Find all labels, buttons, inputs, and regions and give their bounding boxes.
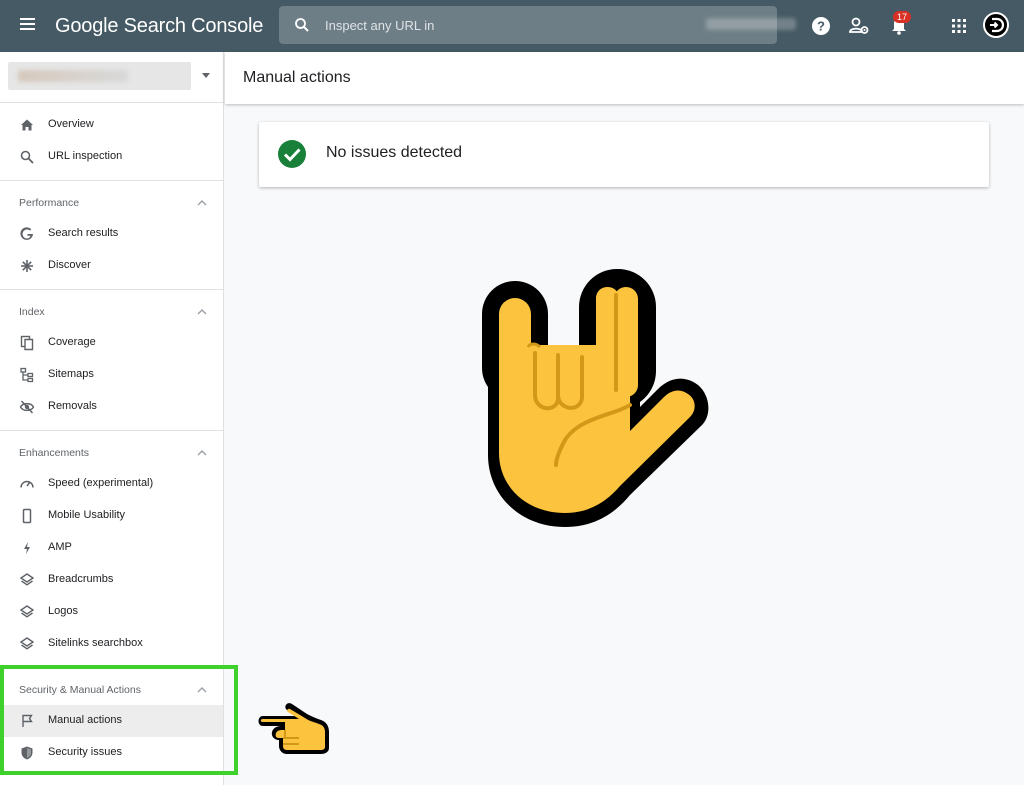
hamburger-menu-icon[interactable]: [18, 16, 38, 36]
sidebar-item-sitemaps[interactable]: Sitemaps: [0, 359, 223, 391]
section-title: Enhancements: [19, 447, 90, 459]
status-card: No issues detected: [259, 122, 989, 187]
sidebar-item-label: AMP: [48, 541, 72, 553]
url-inspection-input[interactable]: [325, 6, 765, 44]
sidebar-item-url-inspection[interactable]: URL inspection: [0, 141, 223, 173]
search-icon: [20, 150, 34, 164]
account-avatar[interactable]: [983, 12, 1009, 38]
sidebar-item-breadcrumbs[interactable]: Breadcrumbs: [0, 564, 223, 596]
sidebar-item-label: URL inspection: [48, 150, 123, 162]
highlight-annotation-box: [0, 665, 238, 775]
blurred-property-name: [18, 70, 128, 82]
top-app-bar: Google Search Console ? 17: [0, 0, 1024, 52]
sidebar-item-label: Discover: [48, 259, 91, 271]
love-you-gesture-emoji-icon: [482, 269, 709, 527]
section-header-enhancements[interactable]: Enhancements: [0, 439, 223, 467]
sidebar-item-label: Sitemaps: [48, 368, 94, 380]
sidebar-item-label: Overview: [48, 118, 94, 130]
sidebar-item-label: Logos: [48, 605, 78, 617]
sidebar-item-label: Mobile Usability: [48, 509, 126, 521]
sidebar-item-overview[interactable]: Overview: [0, 109, 223, 141]
app-title[interactable]: Google Search Console: [55, 15, 263, 38]
divider: [0, 180, 224, 181]
sidebar-item-amp[interactable]: AMP: [0, 532, 223, 564]
section-header-performance[interactable]: Performance: [0, 189, 223, 217]
chevron-up-icon: [197, 309, 207, 315]
eye-off-icon: [19, 400, 35, 414]
sidebar-item-search-results[interactable]: Search results: [0, 218, 223, 250]
speedometer-icon: [20, 480, 34, 488]
status-message: No issues detected: [326, 144, 463, 161]
sidebar-item-speed[interactable]: Speed (experimental): [0, 468, 223, 500]
url-inspection-search-box[interactable]: [279, 6, 796, 44]
chevron-down-icon[interactable]: [202, 73, 210, 78]
sidebar-item-label: Coverage: [48, 336, 96, 348]
search-icon: [295, 18, 309, 32]
copy-pages-icon: [20, 335, 34, 351]
sitemap-icon: [20, 367, 34, 383]
chevron-up-icon: [197, 200, 207, 206]
asterisk-icon: [21, 260, 33, 272]
section-header-index[interactable]: Index: [0, 298, 223, 326]
layers-icon: [19, 605, 35, 618]
divider: [0, 102, 224, 103]
sidebar-item-removals[interactable]: Removals: [0, 391, 223, 423]
manage-users-icon[interactable]: [846, 13, 872, 39]
section-title: Index: [19, 306, 45, 318]
google-g-icon: [20, 227, 33, 240]
page-header: Manual actions: [225, 52, 1024, 104]
avatar-logo-icon: [990, 17, 1005, 33]
sidebar-item-label: Breadcrumbs: [48, 573, 114, 585]
phone-icon: [22, 508, 32, 524]
sidebar-item-label: Sitelinks searchbox: [48, 637, 143, 649]
apps-grid-icon[interactable]: [946, 13, 972, 39]
section-title: Performance: [19, 197, 80, 209]
sidebar-item-logos[interactable]: Logos: [0, 596, 223, 628]
sidebar-item-sitelinks-searchbox[interactable]: Sitelinks searchbox: [0, 628, 223, 660]
notification-count-badge: 17: [893, 11, 912, 23]
page-title: Manual actions: [243, 69, 351, 86]
help-icon[interactable]: ?: [808, 13, 834, 39]
layers-icon: [19, 637, 35, 650]
sidebar-item-label: Removals: [48, 400, 97, 412]
sidebar-item-label: Speed (experimental): [48, 477, 154, 489]
property-selector[interactable]: [8, 62, 191, 90]
chevron-up-icon: [197, 450, 207, 456]
svg-text:?: ?: [817, 19, 825, 34]
sidebar-item-coverage[interactable]: Coverage: [0, 327, 223, 359]
layers-icon: [19, 573, 35, 586]
pointing-hand-emoji-icon: [258, 703, 329, 754]
divider: [0, 430, 224, 431]
sidebar-item-label: Search results: [48, 227, 119, 239]
sidebar-item-discover[interactable]: Discover: [0, 250, 223, 282]
divider: [0, 289, 224, 290]
home-icon: [21, 119, 33, 131]
check-circle-icon: [278, 140, 306, 168]
bolt-icon: [24, 542, 30, 554]
sidebar-item-mobile-usability[interactable]: Mobile Usability: [0, 500, 223, 532]
